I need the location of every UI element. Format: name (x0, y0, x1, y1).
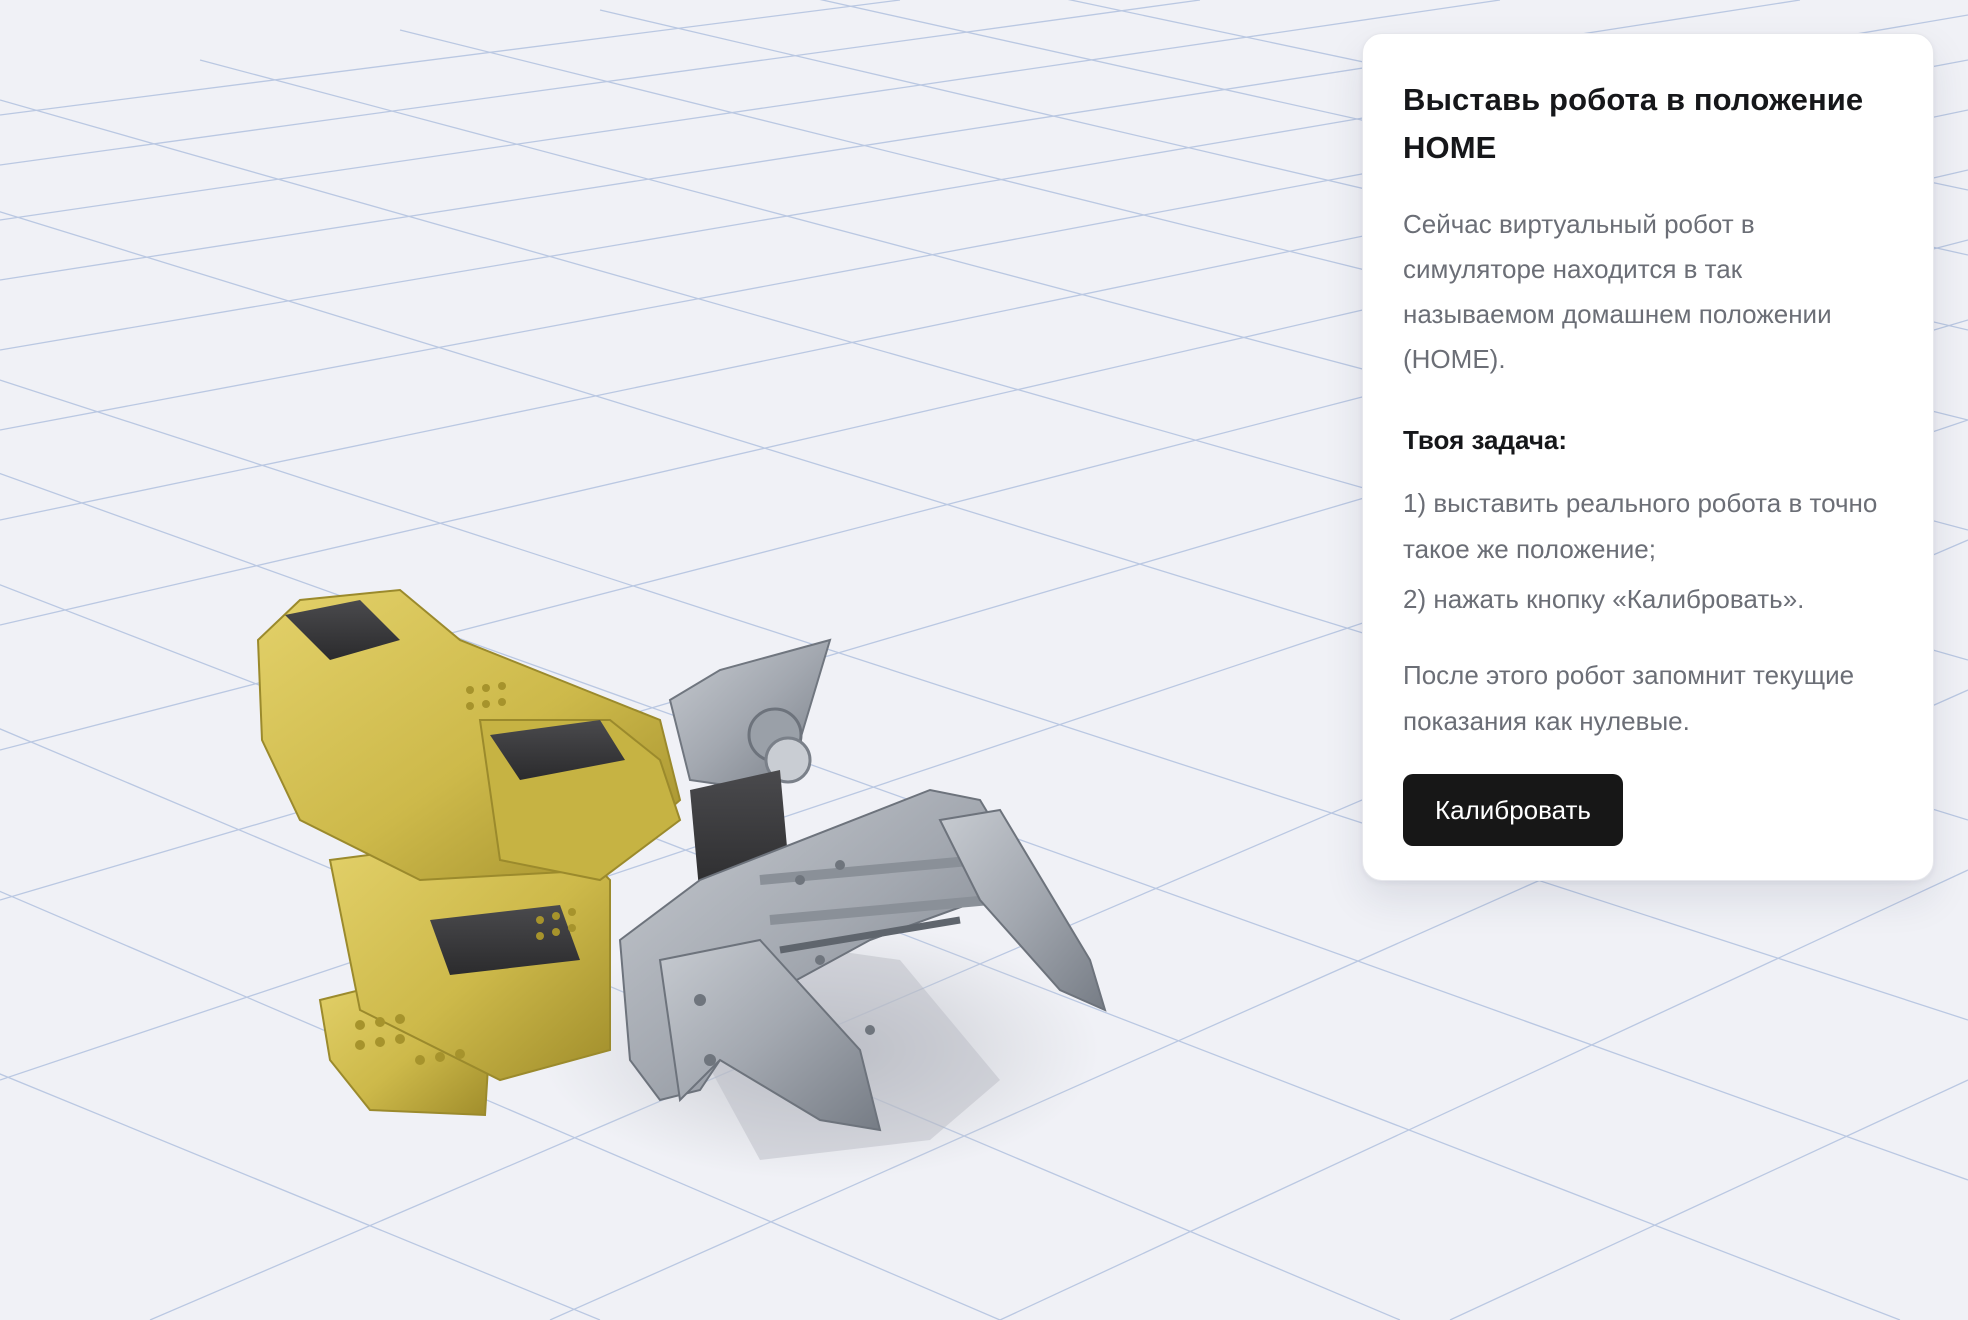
instruction-panel: Выставь робота в положение HOME Сейчас в… (1362, 33, 1934, 881)
panel-intro: Сейчас виртуальный робот в симуляторе на… (1403, 209, 1832, 374)
task-steps: 1) выставить реального робота в точно та… (1403, 480, 1893, 622)
panel-after-text: После этого робот запомнит текущие показ… (1403, 660, 1855, 736)
calibrate-button[interactable]: Калибровать (1403, 774, 1623, 846)
task-step: 1) выставить реального робота в точно та… (1403, 488, 1878, 564)
panel-title: Выставь робота в положение HOME (1403, 82, 1864, 165)
task-step: 2) нажать кнопку «Калибровать». (1403, 584, 1805, 614)
simulator-viewport[interactable]: Выставь робота в положение HOME Сейчас в… (0, 0, 1968, 1320)
task-heading: Твоя задача: (1403, 425, 1568, 455)
